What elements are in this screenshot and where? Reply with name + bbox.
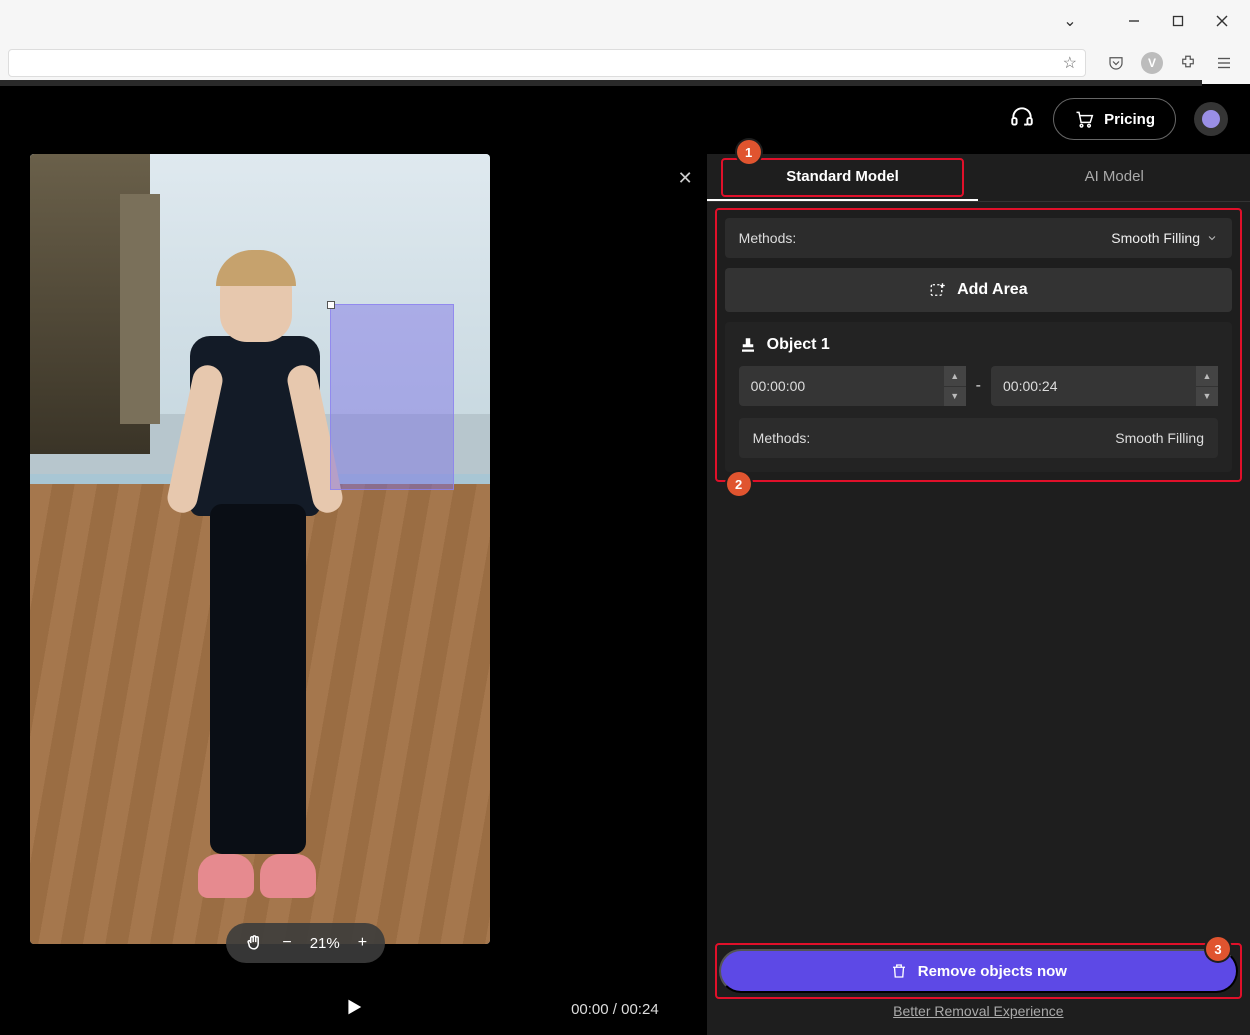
trash-icon: [890, 962, 908, 980]
support-headset-icon[interactable]: [1009, 104, 1035, 135]
window-minimize-button[interactable]: [1112, 0, 1156, 42]
callout-badge-1: 1: [737, 140, 761, 164]
add-area-label: Add Area: [957, 281, 1028, 299]
close-canvas-button[interactable]: ✕: [678, 168, 693, 189]
side-panel: 1 Standard Model AI Model 2 Methods: Smo…: [707, 154, 1250, 1035]
time-separator: -: [976, 377, 981, 395]
object-block: Object 1 ▲ ▼ -: [725, 322, 1232, 472]
video-frame[interactable]: [30, 154, 490, 944]
time-start-step-down[interactable]: ▼: [944, 387, 966, 407]
play-bar: 00:00 / 00:24: [0, 983, 707, 1035]
address-bar[interactable]: ☆: [8, 49, 1086, 77]
chevron-down-icon: [1206, 232, 1218, 244]
canvas-area[interactable]: ✕: [0, 154, 707, 983]
zoom-out-button[interactable]: −: [282, 934, 291, 952]
pocket-icon[interactable]: [1098, 45, 1134, 81]
object-methods-label: Methods:: [753, 430, 811, 446]
window-titlebar: ⌄: [0, 0, 1250, 42]
cart-icon: [1074, 109, 1094, 129]
time-end-step-down[interactable]: ▼: [1196, 387, 1218, 407]
object-name: Object 1: [767, 336, 830, 354]
callout-badge-3: 3: [1206, 937, 1230, 961]
window-close-button[interactable]: [1200, 0, 1244, 42]
stamp-icon: [739, 336, 757, 354]
time-end-step-up[interactable]: ▲: [1196, 366, 1218, 387]
browser-toolbar: ☆ V: [0, 42, 1250, 84]
extensions-icon[interactable]: [1170, 45, 1206, 81]
time-end-input[interactable]: [991, 378, 1196, 394]
methods-select[interactable]: Smooth Filling: [1111, 230, 1218, 246]
window-maximize-button[interactable]: [1156, 0, 1200, 42]
bookmark-star-icon[interactable]: ☆: [1063, 53, 1077, 73]
user-avatar[interactable]: [1194, 102, 1228, 136]
pan-hand-icon[interactable]: [244, 933, 264, 953]
progress-track[interactable]: [0, 80, 1202, 86]
zoom-value: 21%: [310, 935, 340, 952]
zoom-controls: − 21% +: [226, 923, 385, 963]
better-removal-link[interactable]: Better Removal Experience: [893, 1003, 1063, 1019]
account-circle-icon[interactable]: V: [1134, 45, 1170, 81]
remove-objects-label: Remove objects now: [918, 963, 1067, 980]
time-start-step-up[interactable]: ▲: [944, 366, 966, 387]
object-methods-value: Smooth Filling: [1115, 430, 1204, 446]
tab-ai-model[interactable]: AI Model: [978, 154, 1250, 201]
app-root: Pricing ✕: [0, 84, 1250, 1035]
hamburger-menu-icon[interactable]: [1206, 45, 1242, 81]
add-area-icon: [929, 281, 947, 299]
model-tabs: 1 Standard Model AI Model: [707, 154, 1250, 202]
resize-handle-icon[interactable]: [327, 301, 335, 309]
video-pane: ✕: [0, 154, 707, 1035]
pricing-button[interactable]: Pricing: [1053, 98, 1176, 140]
app-header: Pricing: [0, 84, 1250, 154]
pricing-label: Pricing: [1104, 111, 1155, 128]
methods-label: Methods:: [739, 230, 797, 246]
time-start-input[interactable]: [739, 378, 944, 394]
add-area-button[interactable]: Add Area: [725, 268, 1232, 312]
time-start-field[interactable]: ▲ ▼: [739, 366, 966, 406]
callout-badge-2: 2: [727, 472, 751, 496]
play-button[interactable]: [342, 996, 364, 1023]
remove-objects-button[interactable]: Remove objects now: [719, 949, 1238, 993]
tabs-dropdown-chevron-icon[interactable]: ⌄: [1048, 0, 1092, 42]
object-methods-row[interactable]: Methods: Smooth Filling: [739, 418, 1218, 458]
time-display: 00:00 / 00:24: [571, 1001, 659, 1018]
time-end-field[interactable]: ▲ ▼: [991, 366, 1218, 406]
selection-overlay[interactable]: [330, 304, 454, 490]
methods-row: Methods: Smooth Filling: [725, 218, 1232, 258]
zoom-in-button[interactable]: +: [358, 934, 367, 952]
